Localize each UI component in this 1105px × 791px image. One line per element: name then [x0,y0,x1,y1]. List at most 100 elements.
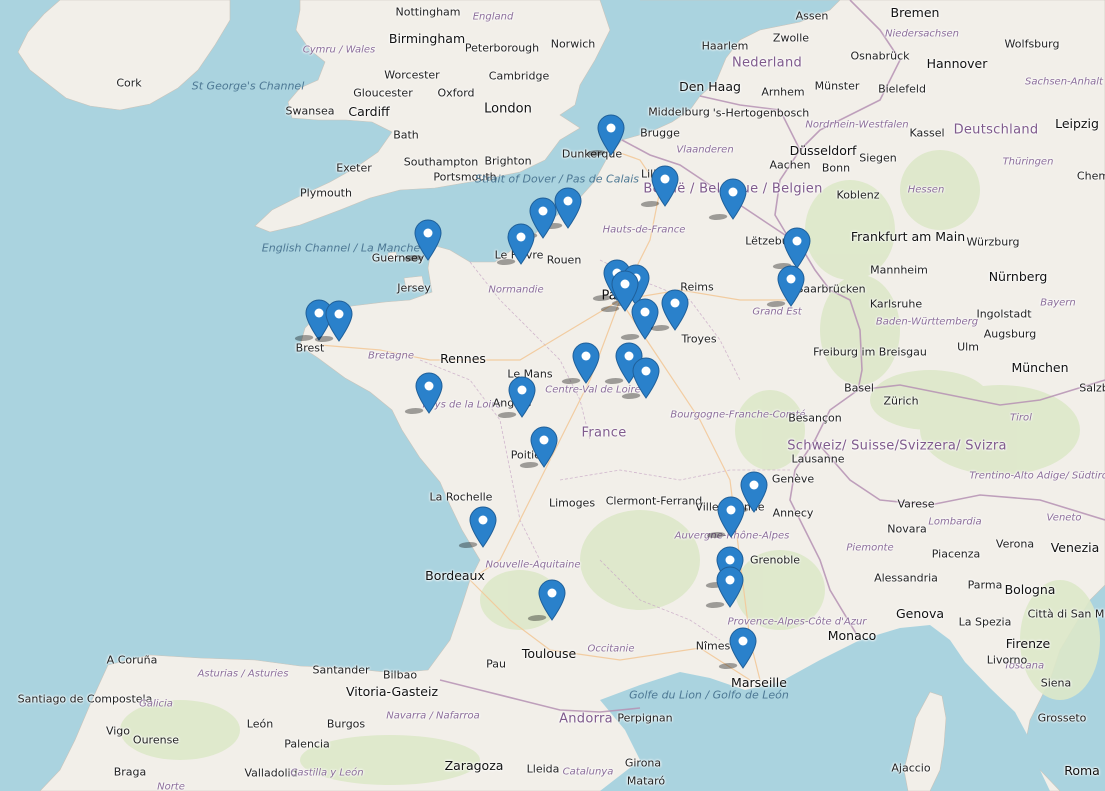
map-label: Grand Est [752,306,802,318]
map-label: Plymouth [300,186,352,200]
map-label: Vigo [105,724,131,738]
map-marker-icon[interactable] [772,227,811,269]
map-label: Bologna [1004,581,1056,597]
map-label: Bath [393,128,419,142]
map-marker-icon[interactable] [708,178,747,220]
map-marker-icon[interactable] [496,223,535,265]
map-label: Oxford [437,86,475,100]
map-marker-icon[interactable] [458,506,497,548]
map-viewport[interactable]: Nottingham England Birmingham Peterborough N… [0,0,1105,791]
map-label: Cymru / Wales [302,44,376,56]
map-label: Galicia [139,698,173,710]
map-label: Bayern [1040,297,1076,309]
map-label: León [246,717,274,731]
map-marker-icon[interactable] [519,426,558,468]
map-label: Niedersachsen [885,28,959,40]
map-label: Haarlem [701,39,749,53]
map-label: Nürnberg [988,268,1048,284]
map-marker-icon[interactable] [404,372,443,414]
map-label: Brugge [640,126,680,140]
map-marker-icon[interactable] [543,187,582,229]
map-label: Palencia [284,737,330,751]
map-label: Roma [1064,762,1100,778]
map-label: Lombardia [928,516,982,528]
map-label: Worcester [384,68,440,82]
map-label: Salzb [1079,381,1105,395]
map-label: Birmingham [388,30,466,46]
map-label: Bielefeld [878,82,926,96]
map-label: Catalunya [562,766,614,778]
map-label: Bremen [890,4,940,20]
map-label: Hannover [926,55,988,71]
map-label: Santander [312,663,370,677]
map-label: Den Haag [679,78,741,94]
map-label: Baden-Württemberg [875,316,979,328]
map-label: England [472,11,514,23]
map-marker-icon[interactable] [561,342,600,384]
map-label: Münster [814,79,860,93]
map-label: Vitoria-Gasteiz [345,683,439,699]
map-label: Kassel [909,126,945,140]
map-label: Besançon [788,411,842,425]
map-marker-icon[interactable] [705,566,744,608]
map-marker-icon[interactable] [718,627,757,669]
map-label: Ulm [957,340,979,354]
map-label: Navarra / Nafarroa [386,710,480,722]
map-label: Andorra [559,711,613,727]
map-label: Firenze [1005,635,1051,651]
map-label: Siena [1040,676,1072,690]
map-marker-icon[interactable] [497,376,536,418]
map-label: Zwolle [772,31,810,45]
map-label: Osnabrück [850,49,910,63]
map-label: Sachsen-Anhalt [1025,76,1103,88]
map-marker-icon[interactable] [640,165,679,207]
map-label: Monaco [827,627,877,643]
map-label: Asturias / Asturies [197,668,289,680]
map-label: Castilla y León [290,767,364,779]
map-label: Clermont-Ferrand [605,494,703,508]
map-label: Varese [897,497,935,511]
map-label: Burgos [326,717,366,731]
map-label: Brest [295,341,325,355]
map-label: Trentino-Alto Adige/ Südtirol [969,470,1105,482]
map-label: Basel [844,381,874,395]
map-label: Bilbao [382,668,418,682]
map-label: Nottingham [395,5,461,19]
map-label: Koblenz [836,188,880,202]
map-label: Cardiff [348,103,390,119]
map-label: Limoges [548,496,596,510]
map-label: Golfe du Lion / Golfo de León [629,688,789,702]
map-marker-icon[interactable] [706,496,745,538]
map-label: Provence-Alpes-Côte d'Azur [727,616,867,628]
map-label: Nîmes [695,639,731,653]
map-label: Ingolstadt [976,307,1032,321]
map-label: München [1011,359,1069,375]
map-label: Alessandria [874,571,938,585]
map-marker-icon[interactable] [650,289,689,331]
map-marker-icon[interactable] [403,219,442,261]
map-label: Rennes [440,350,486,366]
map-label: Würzburg [966,235,1020,249]
map-marker-icon[interactable] [586,114,625,156]
map-marker-icon[interactable] [729,471,768,513]
map-label: Troyes [681,332,717,346]
map-label: Karlsruhe [869,297,923,311]
map-marker-icon[interactable] [621,357,660,399]
map-label: A Coruña [106,653,158,667]
map-label: Norwich [550,37,596,51]
map-label: Frankfurt am Main [850,228,966,244]
map-label: Arnhem [761,85,805,99]
map-label: Bordeaux [425,567,485,583]
map-marker-icon[interactable] [766,265,805,307]
map-label: Braga [113,765,147,779]
map-marker-icon[interactable] [620,298,659,340]
map-label: Grenoble [749,553,801,567]
map-marker-icon[interactable] [527,579,566,621]
map-label: Cork [116,76,142,90]
map-marker-icon[interactable] [314,300,353,342]
map-label: Southampton [403,155,479,169]
map-label: Peterborough [464,41,540,55]
map-label: Zürich [883,394,919,408]
map-label: Aachen [769,158,811,172]
map-label: Gloucester [353,86,413,100]
